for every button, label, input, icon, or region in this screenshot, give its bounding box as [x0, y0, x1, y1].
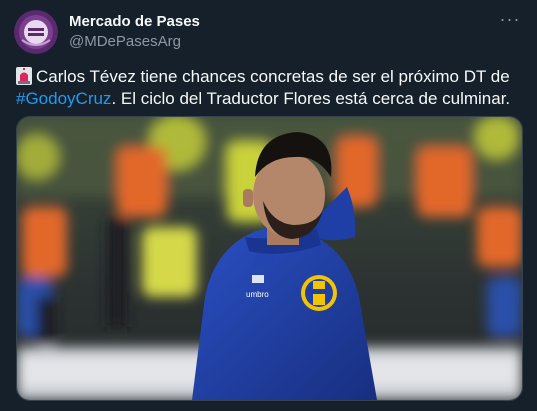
user-handle[interactable]: @MDePasesArg — [69, 32, 200, 52]
tweet-card[interactable]: Mercado de Pases @MDePasesArg ··· Carlos… — [0, 0, 537, 411]
display-name[interactable]: Mercado de Pases — [69, 12, 200, 32]
avatar[interactable] — [14, 10, 58, 54]
hashtag-link[interactable]: #GodoyCruz — [16, 89, 111, 108]
tweet-photo[interactable]: umbro — [16, 116, 523, 401]
mercado-de-pases-logo-icon — [14, 10, 58, 54]
tweet-text-part1: Carlos Tévez tiene chances concretas de … — [36, 67, 510, 86]
siren-icon — [16, 67, 32, 85]
more-options-icon[interactable]: ··· — [499, 10, 521, 30]
tweet-header: Mercado de Pases @MDePasesArg ··· — [14, 10, 523, 56]
tweet-text-part2: . El ciclo del Traductor Flores está cer… — [111, 89, 511, 108]
author-names: Mercado de Pases @MDePasesArg — [69, 12, 200, 52]
tweet-text: Carlos Tévez tiene chances concretas de … — [16, 66, 525, 110]
photo-image: umbro — [17, 117, 522, 400]
jacket-brand-logo: umbro — [246, 290, 269, 299]
